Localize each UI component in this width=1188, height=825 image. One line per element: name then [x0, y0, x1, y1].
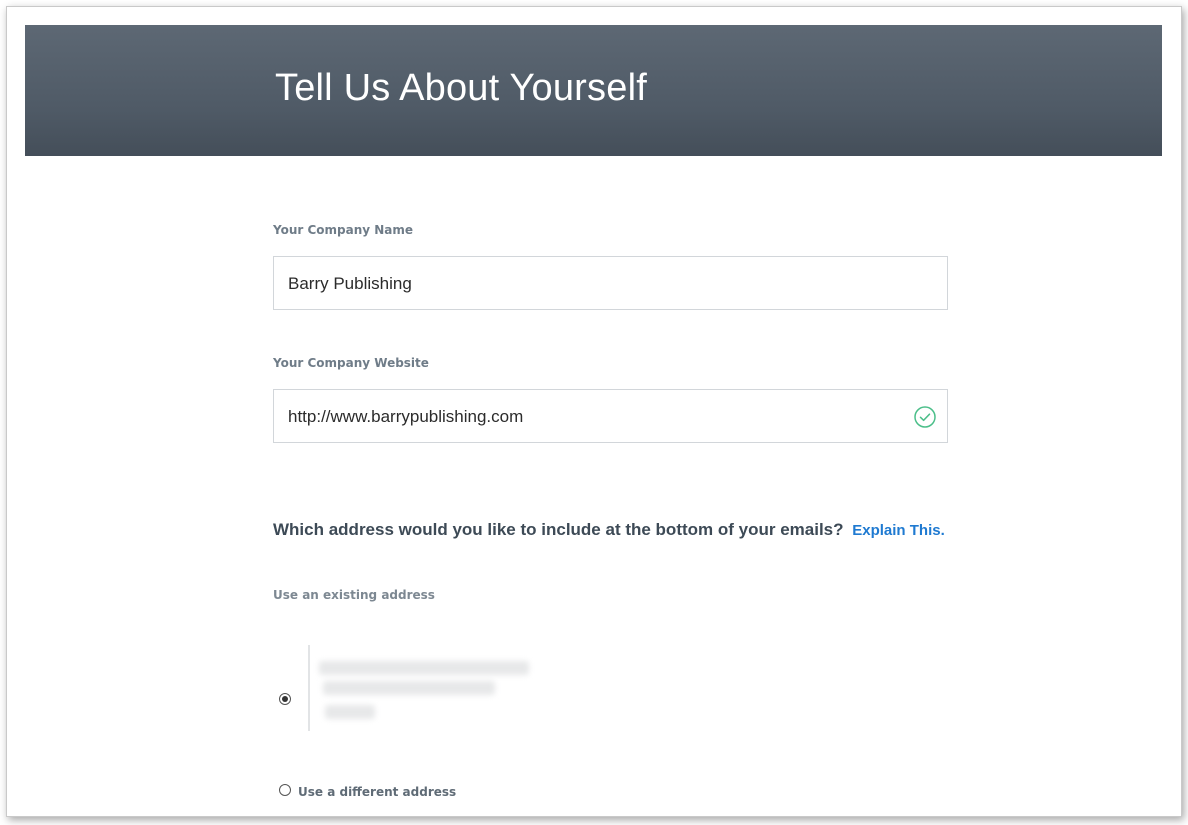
- signup-window: Tell Us About Yourself Your Company Name…: [6, 6, 1182, 817]
- company-name-field[interactable]: Barry Publishing: [273, 256, 948, 310]
- page-header: Tell Us About Yourself: [25, 25, 1162, 156]
- company-website-label: Your Company Website: [273, 356, 429, 370]
- company-website-value: http://www.barrypublishing.com: [288, 407, 524, 426]
- company-website-field[interactable]: http://www.barrypublishing.com: [273, 389, 948, 443]
- address-card-border: [308, 645, 310, 731]
- check-circle-icon: [914, 406, 936, 428]
- company-name-value: Barry Publishing: [288, 274, 412, 293]
- existing-address-label: Use an existing address: [273, 588, 435, 602]
- redacted-address-line: [319, 661, 529, 675]
- different-address-radio[interactable]: [279, 784, 291, 796]
- address-question-text: Which address would you like to include …: [273, 520, 844, 539]
- company-name-label: Your Company Name: [273, 223, 414, 237]
- page-title: Tell Us About Yourself: [275, 67, 647, 109]
- different-address-label[interactable]: Use a different address: [298, 785, 456, 799]
- redacted-address-line: [323, 681, 495, 695]
- explain-this-link[interactable]: Explain This.: [852, 522, 945, 539]
- redacted-address-line: [325, 705, 375, 719]
- address-question: Which address would you like to include …: [273, 520, 945, 540]
- existing-address-radio[interactable]: [279, 693, 291, 705]
